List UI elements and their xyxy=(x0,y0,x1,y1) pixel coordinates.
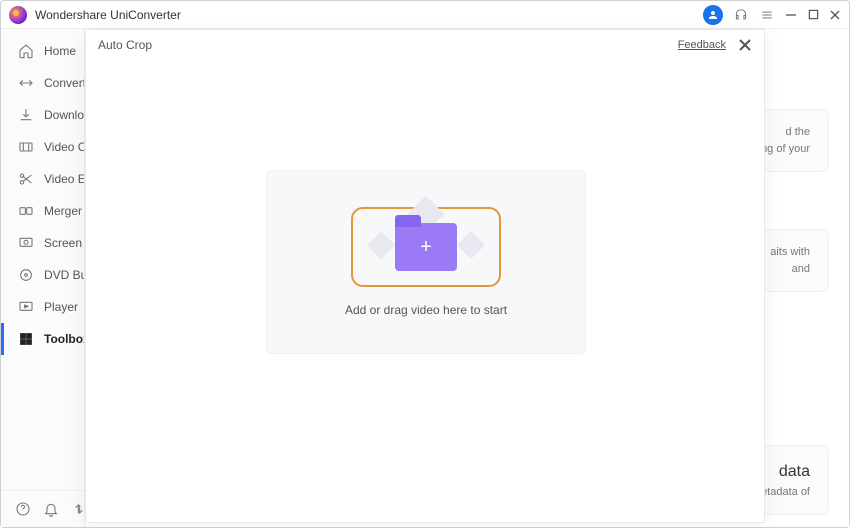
hamburger-menu-icon[interactable] xyxy=(759,7,775,23)
sidebar-item-recorder[interactable]: Screen Recorder xyxy=(1,227,84,259)
dvd-icon xyxy=(18,267,34,283)
sidebar-item-label: Home xyxy=(44,44,76,58)
sidebar-item-editor[interactable]: Video Editor xyxy=(1,163,84,195)
sidebar-item-label: DVD Burner xyxy=(44,268,85,282)
toolbox-icon xyxy=(18,331,34,347)
modal-title: Auto Crop xyxy=(98,38,678,52)
close-icon[interactable] xyxy=(738,38,752,52)
sidebar: Home Converter Downloader Video Compress… xyxy=(1,29,85,527)
feedback-link[interactable]: Feedback xyxy=(678,39,726,51)
sidebar-item-label: Video Compressor xyxy=(44,140,85,154)
plus-icon: + xyxy=(420,236,432,259)
sidebar-item-label: Player xyxy=(44,300,78,314)
sidebar-item-compressor[interactable]: Video Compressor xyxy=(1,131,84,163)
content-area: d the ing of your aits with and data eta… xyxy=(85,29,849,527)
player-icon xyxy=(18,299,34,315)
scissors-icon xyxy=(18,171,34,187)
sidebar-item-player[interactable]: Player xyxy=(1,291,84,323)
headset-icon[interactable] xyxy=(733,7,749,23)
sidebar-bottom xyxy=(1,490,84,527)
account-icon[interactable] xyxy=(703,5,723,25)
converter-icon xyxy=(18,75,34,91)
folder-icon: + xyxy=(395,223,457,271)
app-title: Wondershare UniConverter xyxy=(35,8,703,22)
recorder-icon xyxy=(18,235,34,251)
auto-crop-modal: Auto Crop Feedback + Add or xyxy=(85,29,765,523)
download-icon xyxy=(18,107,34,123)
dropzone-hint: Add or drag video here to start xyxy=(345,303,507,317)
sidebar-item-converter[interactable]: Converter xyxy=(1,67,84,99)
sidebar-item-dvd[interactable]: DVD Burner xyxy=(1,259,84,291)
sidebar-item-label: Merger xyxy=(44,204,82,218)
app-logo-icon xyxy=(9,6,27,24)
bell-icon[interactable] xyxy=(43,501,59,517)
dropzone[interactable]: + Add or drag video here to start xyxy=(266,170,586,354)
home-icon xyxy=(18,43,34,59)
sidebar-item-label: Toolbox xyxy=(44,332,85,346)
transfer-icon[interactable] xyxy=(71,501,85,517)
sidebar-item-label: Downloader xyxy=(44,108,85,122)
sidebar-item-merger[interactable]: Merger xyxy=(1,195,84,227)
minimize-button[interactable] xyxy=(785,9,797,21)
sidebar-item-toolbox[interactable]: Toolbox xyxy=(1,323,84,355)
merger-icon xyxy=(18,203,34,219)
sidebar-item-downloader[interactable]: Downloader xyxy=(1,99,84,131)
add-video-button[interactable]: + xyxy=(351,207,501,287)
help-icon[interactable] xyxy=(15,501,31,517)
sidebar-item-label: Video Editor xyxy=(44,172,85,186)
close-button[interactable] xyxy=(829,9,841,21)
sidebar-item-label: Screen Recorder xyxy=(44,236,85,250)
compressor-icon xyxy=(18,139,34,155)
sidebar-item-home[interactable]: Home xyxy=(1,35,84,67)
maximize-button[interactable] xyxy=(807,9,819,21)
titlebar: Wondershare UniConverter xyxy=(1,1,849,29)
sidebar-item-label: Converter xyxy=(44,76,85,90)
